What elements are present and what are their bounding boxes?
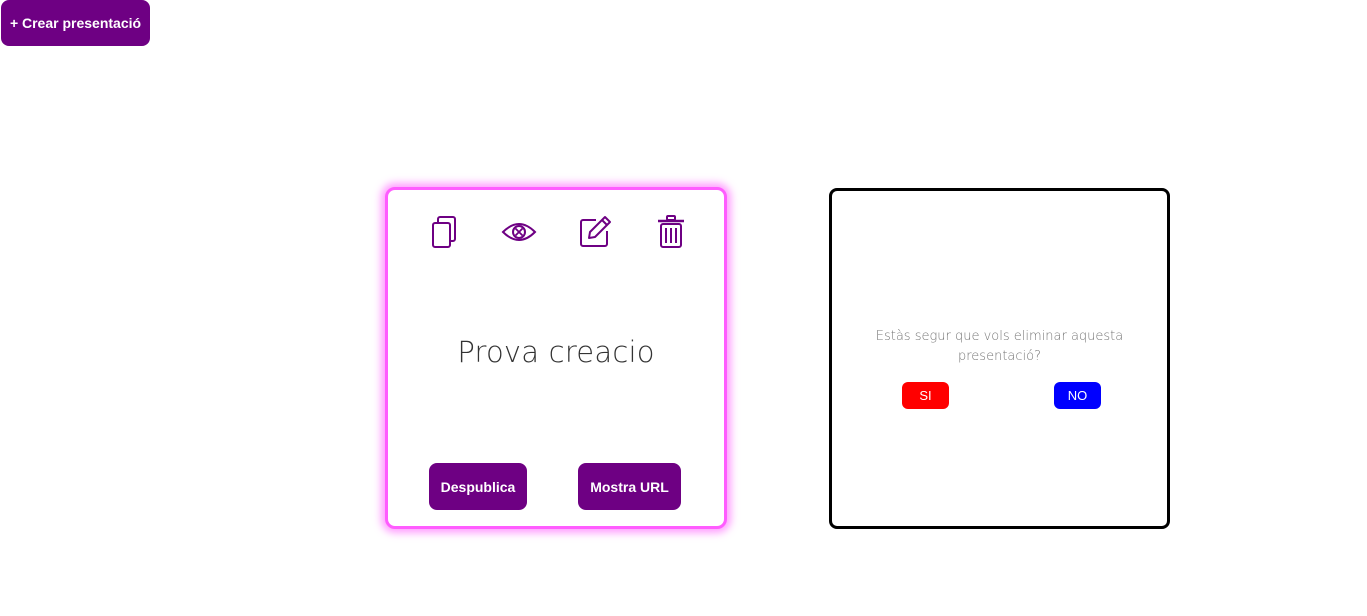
confirmation-message: Estàs segur que vols eliminar aquesta pr… bbox=[875, 329, 1124, 364]
copy-icon[interactable] bbox=[426, 214, 462, 250]
unpublish-button[interactable]: Despublica bbox=[429, 463, 527, 510]
confirm-yes-button[interactable]: SI bbox=[902, 382, 949, 409]
confirm-no-button[interactable]: NO bbox=[1054, 382, 1101, 409]
trash-icon[interactable] bbox=[653, 214, 689, 250]
create-presentation-button[interactable]: + Crear presentació bbox=[1, 0, 150, 46]
show-url-button[interactable]: Mostra URL bbox=[578, 463, 681, 510]
edit-icon[interactable] bbox=[577, 214, 613, 250]
presentation-card: Prova creacio Despublica Mostra URL bbox=[385, 187, 727, 529]
presentation-title: Prova creacio bbox=[457, 335, 655, 369]
eye-icon[interactable] bbox=[501, 214, 537, 250]
delete-confirmation-dialog: Estàs segur que vols eliminar aquesta pr… bbox=[829, 188, 1170, 529]
card-actions bbox=[388, 214, 724, 250]
